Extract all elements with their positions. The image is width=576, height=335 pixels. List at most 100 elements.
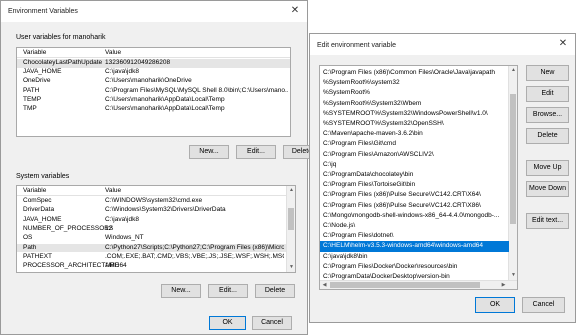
variable-name-cell: ComSpec: [23, 197, 52, 204]
path-entry[interactable]: C:\jq: [320, 160, 509, 170]
path-entry[interactable]: %SYSTEMROOT%\System32\OpenSSH\: [320, 119, 509, 129]
delete-button[interactable]: Delete: [526, 128, 569, 144]
table-row[interactable]: DriverData C:\Windows\System32\Drivers\Dr…: [17, 206, 286, 215]
path-entry[interactable]: C:\Program Files (x86)\Pulse Secure\VC14…: [320, 201, 509, 211]
table-row[interactable]: TMP C:\Users\manoharik\AppData\Local\Temp: [17, 105, 290, 114]
user-edit-button[interactable]: Edit...: [236, 145, 276, 159]
list-header: Variable Value: [17, 48, 290, 58]
path-entry[interactable]: C:\Program Files\dotnet\: [320, 231, 509, 241]
path-entry[interactable]: C:\Program Files\TortoiseGit\bin: [320, 180, 509, 190]
table-row[interactable]: ComSpec C:\WINDOWS\system32\cmd.exe: [17, 197, 286, 206]
path-entry[interactable]: C:\ProgramData\chocolatey\bin: [320, 170, 509, 180]
close-icon[interactable]: ✕: [289, 5, 301, 17]
browse-button[interactable]: Browse...: [526, 107, 569, 123]
path-entry[interactable]: C:\HELM\helm-v3.5.3-windows-amd64\window…: [320, 241, 509, 252]
scroll-down-icon[interactable]: ▼: [287, 263, 295, 272]
variable-value-cell: C:\Python27\Scripts;C:\Python27;C:\Progr…: [105, 243, 284, 251]
table-row[interactable]: NUMBER_OF_PROCESSORS 12: [17, 225, 286, 234]
path-entry[interactable]: C:\Mongo\mongodb-shell-windows-x86_64-4.…: [320, 211, 509, 221]
table-row[interactable]: TEMP C:\Users\manoharik\AppData\Local\Tem…: [17, 96, 290, 105]
table-row[interactable]: ChocolateyLastPathUpdate 1323609120492862…: [17, 59, 290, 68]
variable-name-cell: JAVA_HOME: [23, 68, 62, 76]
path-entry[interactable]: C:\java\jdk8\bin: [320, 252, 509, 262]
path-entry[interactable]: %SystemRoot%: [320, 88, 509, 98]
table-row[interactable]: OneDrive C:\Users\manoharik\OneDrive: [17, 77, 290, 86]
variable-name-cell: TEMP: [23, 95, 42, 103]
path-entry[interactable]: C:\Node.js\: [320, 221, 509, 231]
system-delete-button[interactable]: Delete: [255, 284, 295, 298]
path-entry[interactable]: C:\Maven\apache-maven-3.6.2\bin: [320, 129, 509, 139]
dialog-title: Environment Variables: [8, 8, 78, 15]
variable-name-cell: OneDrive: [23, 77, 51, 85]
column-header-value[interactable]: Value: [105, 49, 121, 56]
variable-value-cell: 12: [105, 224, 113, 232]
environment-variables-dialog: Environment Variables ✕ User variables f…: [0, 0, 321, 335]
variable-value-cell: C:\WINDOWS\system32\cmd.exe: [105, 197, 203, 204]
edit-button[interactable]: Edit: [526, 86, 569, 102]
variable-value-cell: C:\java\jdk8: [105, 215, 139, 223]
variable-name-cell: DriverData: [23, 206, 55, 214]
scroll-thumb[interactable]: [330, 282, 480, 288]
variable-value-cell: C:\Program Files\MySQL\MySQL Shell 8.0\b…: [105, 86, 288, 94]
ok-button[interactable]: OK: [475, 297, 515, 313]
table-row[interactable]: PATHEXT .COM;.EXE;.BAT;.CMD;.VBS;.VBE;.JS…: [17, 253, 286, 262]
table-row[interactable]: JAVA_HOME C:\java\jdk8: [17, 216, 286, 225]
scroll-left-icon[interactable]: ◀: [320, 281, 329, 289]
vertical-scrollbar[interactable]: ▲ ▼: [508, 66, 517, 280]
path-entry[interactable]: %SYSTEMROOT%\System32\WindowsPowerShell\…: [320, 109, 509, 119]
table-row[interactable]: Path C:\Python27\Scripts;C:\Python27;C:\P…: [17, 243, 286, 253]
system-variables-label: System variables: [16, 173, 70, 180]
table-row[interactable]: PATH C:\Program Files\MySQL\MySQL Shell 8…: [17, 87, 290, 96]
cancel-button[interactable]: Cancel: [522, 297, 565, 313]
table-row[interactable]: PROCESSOR_ARCHITECTURE AMD64: [17, 262, 286, 271]
path-entry[interactable]: %SystemRoot%\System32\Wbem: [320, 99, 509, 109]
list-header: Variable Value: [17, 186, 295, 196]
system-new-button[interactable]: New...: [161, 284, 201, 298]
move-up-button[interactable]: Move Up: [526, 160, 569, 176]
path-entry[interactable]: C:\Program Files (x86)\Common Files\Orac…: [320, 68, 509, 78]
scroll-thumb[interactable]: [288, 208, 294, 230]
table-row[interactable]: OS Windows_NT: [17, 234, 286, 243]
scroll-down-icon[interactable]: ▼: [509, 271, 517, 280]
title-bar: Edit environment variable ✕: [310, 34, 575, 55]
system-variables-list[interactable]: Variable Value ▲ ▼ ComSpec C:\WINDOWS\sys…: [16, 185, 296, 273]
column-header-variable[interactable]: Variable: [23, 187, 46, 194]
scroll-up-icon[interactable]: ▲: [509, 66, 517, 75]
path-entry[interactable]: C:\Program Files\Git\cmd: [320, 139, 509, 149]
path-entry[interactable]: C:\ProgramData\DockerDesktop\version-bin: [320, 272, 509, 282]
ok-button[interactable]: OK: [209, 316, 246, 330]
variable-value-cell: C:\Users\manoharik\AppData\Local\Temp: [105, 105, 225, 112]
title-bar: Environment Variables ✕: [1, 1, 307, 22]
table-row[interactable]: JAVA_HOME C:\java\jdk8: [17, 68, 290, 77]
cancel-button[interactable]: Cancel: [252, 316, 292, 330]
user-variables-list[interactable]: Variable Value ChocolateyLastPathUpdate 1…: [16, 47, 291, 137]
variable-name-cell: PATH: [23, 86, 40, 94]
path-entry[interactable]: C:\Program Files\Amazon\AWSCLIV2\: [320, 150, 509, 160]
scroll-up-icon[interactable]: ▲: [287, 186, 295, 195]
variable-value-cell: C:\java\jdk8: [105, 68, 139, 76]
variable-value-cell: AMD64: [105, 262, 127, 270]
scroll-thumb[interactable]: [510, 94, 516, 224]
column-header-value[interactable]: Value: [105, 187, 121, 194]
system-edit-button[interactable]: Edit...: [208, 284, 248, 298]
dialog-title: Edit environment variable: [317, 42, 396, 49]
path-entry[interactable]: C:\Program Files\Docker\Docker\resources…: [320, 262, 509, 272]
path-entry[interactable]: C:\Program Files (x86)\Pulse Secure\VC14…: [320, 190, 509, 200]
close-icon[interactable]: ✕: [557, 38, 569, 50]
scroll-right-icon[interactable]: ▶: [499, 281, 508, 289]
column-header-variable[interactable]: Variable: [23, 49, 46, 56]
vertical-scrollbar[interactable]: ▲ ▼: [286, 186, 295, 272]
variable-value-cell: Windows_NT: [105, 234, 144, 242]
variable-name-cell: Path: [23, 243, 37, 251]
variable-name-cell: JAVA_HOME: [23, 215, 62, 223]
user-new-button[interactable]: New...: [189, 145, 229, 159]
path-entries-list[interactable]: ▲ ▼ ◀ ▶ C:\Program Files (x86)\Common Fi…: [319, 65, 518, 290]
edit-text-button[interactable]: Edit text...: [526, 213, 569, 229]
path-entry[interactable]: %SystemRoot%\system32: [320, 78, 509, 88]
variable-value-cell: .COM;.EXE;.BAT;.CMD;.VBS;.VBE;.JS;.JSE;.…: [105, 252, 284, 260]
variable-name-cell: ChocolateyLastPathUpdate: [23, 59, 103, 66]
new-button[interactable]: New: [526, 65, 569, 81]
variable-value-cell: C:\Windows\System32\Drivers\DriverData: [105, 206, 226, 214]
move-down-button[interactable]: Move Down: [526, 181, 569, 197]
variable-name-cell: NUMBER_OF_PROCESSORS: [23, 224, 114, 232]
